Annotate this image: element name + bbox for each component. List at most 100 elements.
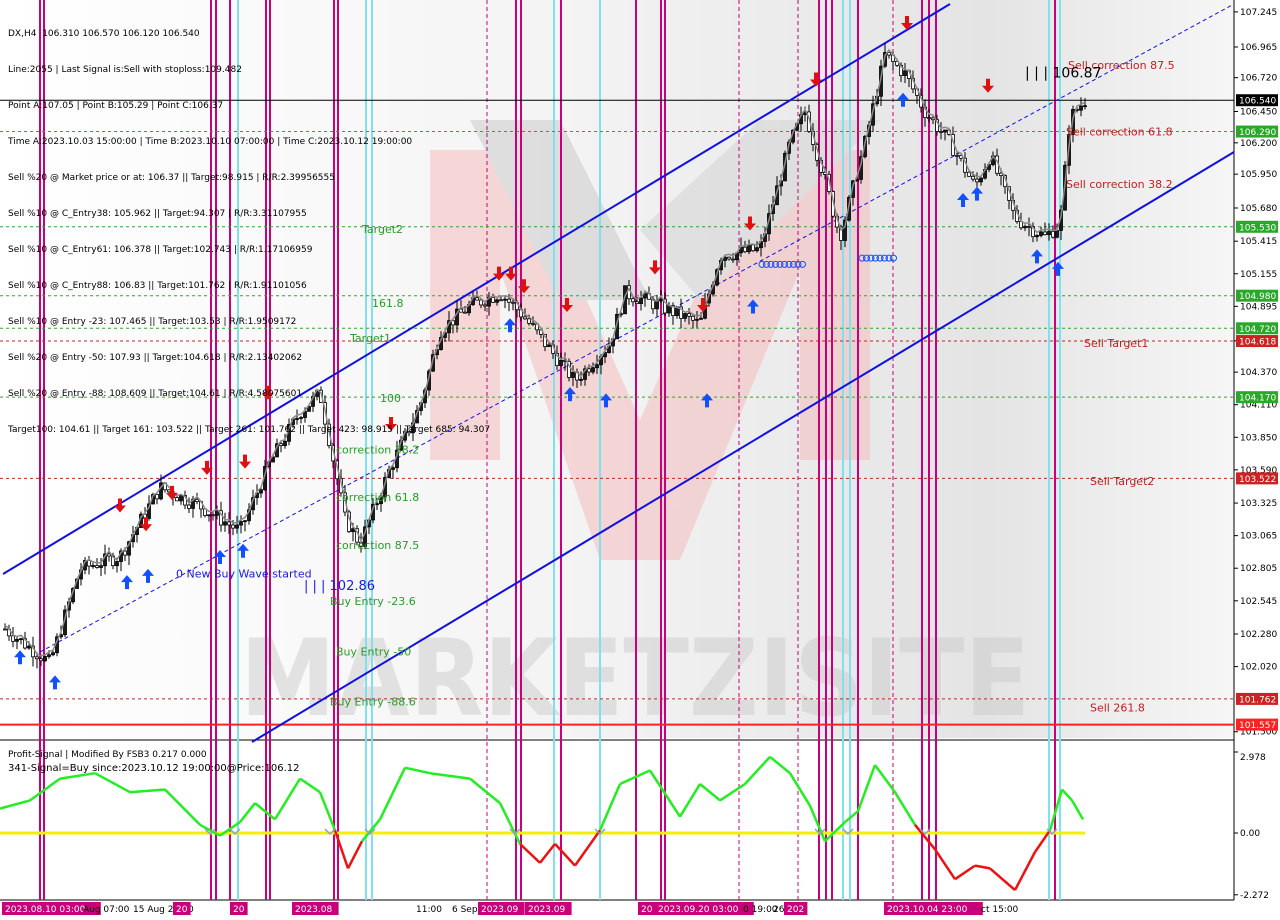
price-axis: 107.245 106.965 106.720 106.450 106.200 105.9… xyxy=(1234,8,1278,901)
fib-label: Buy Entry -88.6 xyxy=(330,695,416,708)
price-tick-label: 105.950 xyxy=(1240,170,1277,180)
price-chart[interactable]: MARKETZISITE Target2161.8Target1100corre… xyxy=(0,0,1280,920)
wave-label: 0 New Buy Wave started xyxy=(176,568,312,581)
candle-body xyxy=(1019,221,1023,229)
candle-body xyxy=(35,656,39,660)
candle-body xyxy=(499,299,503,302)
price-tag-label: 101.762 xyxy=(1239,695,1276,705)
candle-body xyxy=(95,565,99,568)
candle-body xyxy=(1079,105,1083,111)
candle-body xyxy=(939,131,943,133)
fib-label: correction 61.8 xyxy=(336,491,419,504)
price-tick-label: 104.370 xyxy=(1240,368,1277,378)
time-label: 2023.08.10 03:00 xyxy=(5,905,86,915)
fib-label: correction 87.5 xyxy=(336,539,419,552)
candle-body xyxy=(751,244,755,252)
time-label: 20 xyxy=(641,905,653,915)
time-label: 2023.09 xyxy=(528,905,565,915)
candle-body xyxy=(1035,235,1039,238)
fib-label: Buy Entry -23.6 xyxy=(330,595,416,608)
candle-body xyxy=(503,298,507,301)
time-label: 20 xyxy=(233,905,245,915)
candle-body xyxy=(179,495,183,502)
candle-body xyxy=(511,301,515,304)
price-tag-label: 106.540 xyxy=(1239,97,1276,107)
price-tick-label: 102.805 xyxy=(1240,564,1277,574)
indicator-tick-label: -2.272 xyxy=(1240,891,1269,901)
candle-body xyxy=(3,628,7,631)
candle-body xyxy=(11,635,15,642)
time-label: 2023.10.04 23:00 xyxy=(887,905,968,915)
time-label: Aug 07:00 xyxy=(83,905,130,915)
fib-label: Target2 xyxy=(361,223,403,236)
time-label: 2023.08 xyxy=(295,905,332,915)
candle-body xyxy=(1051,231,1055,238)
candle-body xyxy=(943,129,947,133)
candle-body xyxy=(731,258,735,261)
candle-body xyxy=(1083,105,1087,108)
sell-label: Sell correction 61.8 xyxy=(1066,125,1173,138)
candle-body xyxy=(351,528,355,533)
candle-body xyxy=(531,322,535,325)
indicator-tick-label: 2.978 xyxy=(1240,753,1266,763)
price-tag-label: 101.557 xyxy=(1239,721,1276,731)
candle-body xyxy=(683,313,687,319)
price-tick-label: 106.965 xyxy=(1240,43,1277,53)
candle-body xyxy=(1043,231,1047,236)
candle-body xyxy=(507,298,511,303)
price-tag-label: 103.522 xyxy=(1239,475,1276,485)
candle-body xyxy=(115,561,119,567)
candle-body xyxy=(903,70,907,76)
price-tick-label: 105.415 xyxy=(1240,237,1277,247)
sell-label: Sell 261.8 xyxy=(1090,702,1145,715)
price-tag-label: 104.720 xyxy=(1239,325,1276,335)
candle-body xyxy=(235,524,239,529)
price-tick-label: 107.245 xyxy=(1240,8,1277,18)
time-label: 202 xyxy=(787,905,804,915)
candle-body xyxy=(1023,226,1027,229)
candle-body xyxy=(51,652,55,656)
price-tag-label: 106.290 xyxy=(1239,128,1276,138)
candle-body xyxy=(523,316,527,320)
fib-label: 100 xyxy=(380,392,401,405)
candle-body xyxy=(979,177,983,183)
candle-body xyxy=(691,315,695,321)
candle-body xyxy=(639,297,643,305)
time-axis: 2023.08.10 03:00Aug 07:00 15 Aug 23:0020 2… xyxy=(2,902,1019,915)
candle-body xyxy=(223,521,227,526)
price-tick-label: 103.065 xyxy=(1240,532,1277,542)
candle-body xyxy=(1047,231,1051,236)
candle-body xyxy=(483,304,487,307)
price-tick-label: 103.325 xyxy=(1240,499,1277,509)
candle-body xyxy=(299,417,303,419)
candle-body xyxy=(695,318,699,321)
candle-body xyxy=(91,565,95,567)
candle-body xyxy=(283,440,287,447)
point-label: | | | 102.86 xyxy=(304,579,375,594)
candle-body xyxy=(571,371,575,378)
price-tag-label: 104.170 xyxy=(1239,394,1276,404)
candle-body xyxy=(975,178,979,183)
sell-label: Sell Target1 xyxy=(1084,337,1148,350)
candle-body xyxy=(659,298,663,302)
price-tag-label: 105.530 xyxy=(1239,223,1276,233)
candle-body xyxy=(699,317,703,320)
candle-body xyxy=(1027,226,1031,228)
candle-body xyxy=(239,521,243,526)
candle-body xyxy=(547,344,551,347)
candle-body xyxy=(15,638,19,642)
candle-body xyxy=(971,175,975,180)
sell-label: Sell correction 38.2 xyxy=(1066,178,1173,191)
price-tick-label: 102.280 xyxy=(1240,630,1277,640)
candle-body xyxy=(259,489,263,494)
candle-body xyxy=(495,299,499,303)
candle-body xyxy=(579,379,583,381)
time-label: 26 xyxy=(773,905,785,915)
indicator-tick-label: 0.00 xyxy=(1240,829,1260,839)
candle-body xyxy=(27,645,31,649)
candle-body xyxy=(407,431,411,434)
candle-body xyxy=(743,246,747,253)
candle-body xyxy=(479,299,483,306)
price-tick-label: 102.545 xyxy=(1240,597,1277,607)
price-tick-label: 103.850 xyxy=(1240,433,1277,443)
